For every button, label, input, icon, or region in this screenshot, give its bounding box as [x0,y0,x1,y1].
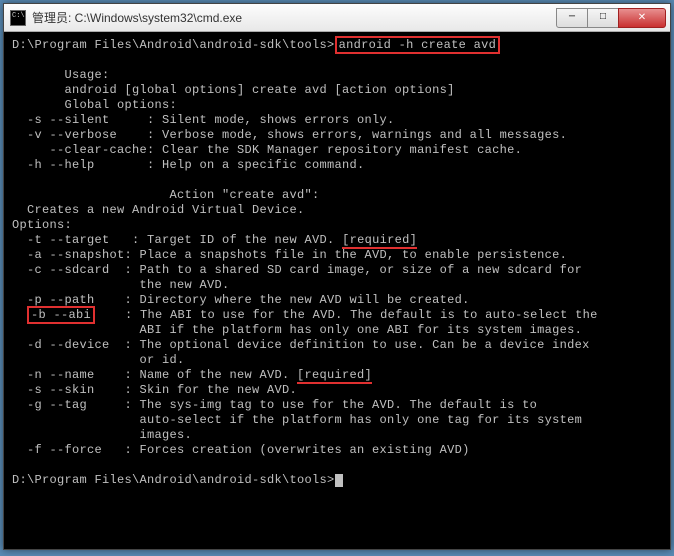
output-line: ABI if the platform has only one ABI for… [12,323,582,337]
cmd-icon [10,10,26,26]
output-line: -c --sdcard : Path to a shared SD card i… [12,263,582,277]
output-line: auto-select if the platform has only one… [12,413,582,427]
output-line: Global options: [12,98,177,112]
required-highlight: [required] [342,233,417,249]
prompt-path: D:\Program Files\Android\android-sdk\too… [12,38,335,52]
required-highlight: [required] [297,368,372,384]
command-highlight: android -h create avd [335,36,501,54]
output-line: -t --target : Target ID of the new AVD. [12,233,342,247]
window-controls: ─ □ ✕ [557,8,666,28]
cmd-window: 管理员: C:\Windows\system32\cmd.exe ─ □ ✕ D… [3,3,671,550]
output-line: -v --verbose : Verbose mode, shows error… [12,128,567,142]
output-line: images. [12,428,192,442]
output-line: -s --silent : Silent mode, shows errors … [12,113,395,127]
output-line: -h --help : Help on a specific command. [12,158,365,172]
output-line: -f --force : Forces creation (overwrites… [12,443,470,457]
cursor [335,474,343,487]
output-line: android [global options] create avd [act… [12,83,455,97]
output-line: -n --name : Name of the new AVD. [12,368,297,382]
output-line: -d --device : The optional device defini… [12,338,590,352]
output-line: -a --snapshot: Place a snapshots file in… [12,248,567,262]
prompt-path: D:\Program Files\Android\android-sdk\too… [12,473,335,487]
output-line: Action "create avd": [12,188,320,202]
output-line: or id. [12,353,185,367]
output-line: -s --skin : Skin for the new AVD. [12,383,297,397]
titlebar[interactable]: 管理员: C:\Windows\system32\cmd.exe ─ □ ✕ [4,4,670,32]
output-line: -p --path : Directory where the new AVD … [12,293,470,307]
terminal-output[interactable]: D:\Program Files\Android\android-sdk\too… [4,32,670,549]
output-line: the new AVD. [12,278,230,292]
output-line: Creates a new Android Virtual Device. [12,203,305,217]
output-line: Options: [12,218,72,232]
minimize-button[interactable]: ─ [556,8,588,28]
output-line: : The ABI to use for the AVD. The defaul… [95,308,598,322]
flag-highlight: -b --abi [27,306,95,324]
maximize-button[interactable]: □ [587,8,619,28]
output-line: Usage: [12,68,110,82]
window-title: 管理员: C:\Windows\system32\cmd.exe [32,9,557,26]
output-line: --clear-cache: Clear the SDK Manager rep… [12,143,522,157]
close-button[interactable]: ✕ [618,8,666,28]
output-line: -g --tag : The sys-img tag to use for th… [12,398,537,412]
